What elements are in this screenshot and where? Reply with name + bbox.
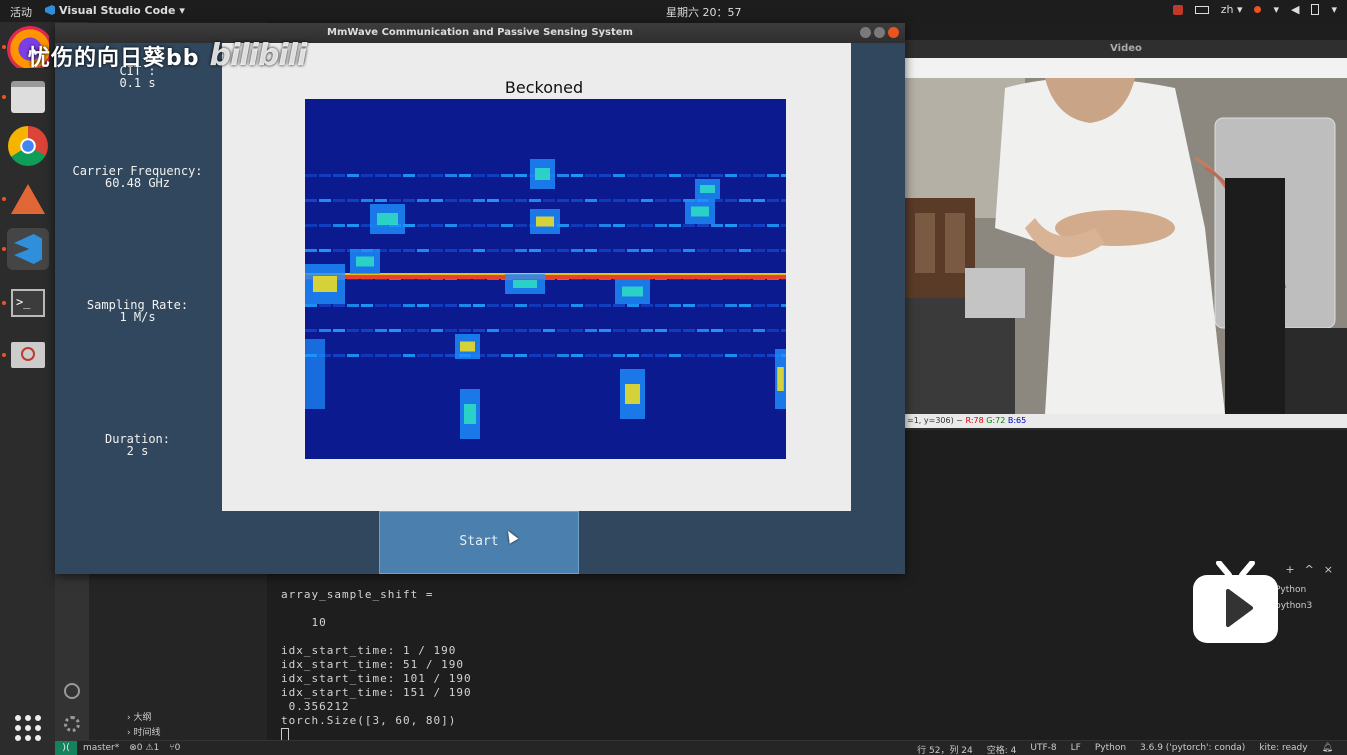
chrome-icon[interactable] [8, 126, 48, 166]
sampling-rate-param: Sampling Rate: 1 M/s [55, 299, 220, 323]
terminal-panel[interactable]: array_sample_shift = 10 idx_start_time: … [267, 558, 1347, 741]
bilibili-play-icon[interactable] [1191, 561, 1280, 645]
notification-dot-icon[interactable] [1254, 6, 1262, 13]
param-value: 2 s [126, 444, 149, 458]
timeline-section[interactable]: › 时间线 [127, 725, 160, 740]
sidebar-sections: › 大纲 › 时间线 [127, 710, 160, 740]
app-icon-red[interactable] [7, 334, 49, 376]
matlab-icon[interactable] [7, 178, 49, 220]
ubuntu-dock: >_ [0, 22, 55, 755]
terminal-line: idx_start_time: 1 / 190 [281, 644, 457, 657]
video-window: Video =1, y=306) ~ R:78 G:72 B:65 [905, 40, 1347, 430]
volume-icon[interactable]: ◀ [1291, 3, 1299, 16]
terminal-icon[interactable]: >_ [7, 282, 49, 324]
terminal-line: 0.356212 [281, 700, 350, 713]
tray-app-icon[interactable] [1172, 4, 1183, 15]
video-toolbar [905, 58, 1347, 78]
cursor-position[interactable]: 行 52，列 24 [917, 743, 973, 755]
show-applications-icon[interactable] [15, 715, 41, 741]
maximize-button[interactable] [874, 27, 885, 38]
pixel-r-value: R:78 [965, 416, 984, 425]
vscode-icon [45, 5, 55, 15]
ports-count[interactable]: ⑂0 [169, 743, 180, 753]
video-window-title: Video [905, 40, 1347, 58]
system-tray: zh ▾ ▾ ◀ ▾ [1172, 3, 1337, 16]
window-controls [860, 27, 899, 38]
terminal-actions: + ^ × [1285, 563, 1333, 576]
running-indicator [2, 197, 6, 201]
camera-scene [905, 78, 1347, 414]
activities-button[interactable]: 活动 [10, 4, 32, 20]
mmwave-app-window: MmWave Communication and Passive Sensing… [55, 23, 905, 574]
terminal-line: torch.Size([3, 60, 80]) [281, 714, 457, 727]
account-icon[interactable] [64, 683, 80, 699]
param-value: 0.1 s [119, 76, 156, 90]
indentation[interactable]: 空格: 4 [987, 743, 1017, 755]
encoding[interactable]: UTF-8 [1030, 743, 1056, 755]
app-menu[interactable]: Visual Studio Code ▾ [45, 4, 185, 17]
pixel-coordinates: =1, y=306) ~ [907, 416, 966, 425]
terminal-line: idx_start_time: 151 / 190 [281, 686, 472, 699]
close-panel-icon[interactable]: × [1324, 563, 1333, 576]
close-button[interactable] [888, 27, 899, 38]
terminal-line: array_sample_shift = [281, 588, 434, 601]
terminal-line: idx_start_time: 101 / 190 [281, 672, 472, 685]
network-icon[interactable]: ▾ [1273, 3, 1279, 16]
remote-indicator-icon[interactable]: ⟩⟨ [55, 741, 77, 755]
param-value: 60.48 GHz [104, 176, 171, 190]
clock[interactable]: 星期六 20：57 [666, 4, 742, 20]
vscode-status-bar: ⟩⟨ master* ⊗0 ⚠1 ⑂0 行 52，列 24 空格: 4 UTF-… [55, 740, 1347, 755]
plot-panel: Beckoned [222, 43, 851, 511]
bilibili-logo: bilibili [209, 38, 308, 73]
files-icon[interactable] [7, 76, 49, 118]
pixel-g-value: G:72 [986, 416, 1006, 425]
bilibili-watermark: 忧伤的向日葵bb bilibili [28, 38, 308, 73]
duration-param: Duration: 2 s [55, 433, 220, 457]
python-interpreter[interactable]: 3.6.9 ('pytorch': conda) [1140, 743, 1245, 755]
add-terminal-icon[interactable]: + [1285, 563, 1294, 576]
outline-label: 大纲 [133, 713, 152, 723]
vscode-dock-icon[interactable] [7, 228, 49, 270]
problems-count[interactable]: ⊗0 ⚠1 [129, 743, 159, 753]
carrier-frequency-param: Carrier Frequency: 60.48 GHz [55, 165, 220, 189]
desktop-screen: 活动 Visual Studio Code ▾ 星期六 20：57 zh ▾ ▾… [0, 0, 1347, 755]
running-indicator [2, 247, 6, 251]
kite-status[interactable]: kite: ready [1259, 743, 1307, 755]
terminal-line: idx_start_time: 51 / 190 [281, 658, 464, 671]
terminal-line: 10 [281, 616, 327, 629]
git-branch[interactable]: master* [83, 743, 119, 753]
battery-icon[interactable] [1311, 4, 1320, 15]
minimize-button[interactable] [860, 27, 871, 38]
doppler-spectrogram [305, 99, 786, 459]
running-indicator [2, 301, 6, 305]
running-indicator [2, 353, 6, 357]
ubuntu-top-bar: 活动 Visual Studio Code ▾ 星期六 20：57 zh ▾ ▾… [0, 0, 1347, 22]
keyboard-icon[interactable] [1194, 5, 1209, 14]
outline-section[interactable]: › 大纲 [127, 710, 160, 725]
maximize-panel-icon[interactable]: ^ [1305, 563, 1314, 576]
running-indicator [2, 95, 6, 99]
notifications-bell-icon[interactable]: 🔔︎ [1322, 743, 1333, 755]
timeline-label: 时间线 [133, 728, 161, 738]
end-of-line[interactable]: LF [1071, 743, 1081, 755]
camera-frame-image [905, 78, 1347, 414]
settings-gear-icon[interactable] [64, 716, 80, 732]
system-menu-icon[interactable]: ▾ [1331, 3, 1337, 16]
start-button[interactable]: Start [379, 511, 579, 574]
param-value: 1 M/s [119, 310, 156, 324]
pixel-b-value: B:65 [1007, 416, 1027, 425]
running-indicator [2, 45, 6, 49]
language-mode[interactable]: Python [1095, 743, 1126, 755]
plot-title: Beckoned [504, 78, 584, 97]
input-method-menu[interactable]: zh ▾ [1221, 3, 1243, 16]
terminal-output[interactable]: array_sample_shift = 10 idx_start_time: … [281, 588, 472, 741]
uploader-name: 忧伤的向日葵bb [28, 46, 200, 71]
video-status-bar: =1, y=306) ~ R:78 G:72 B:65 [905, 414, 1347, 428]
app-menu-label: Visual Studio Code ▾ [59, 4, 185, 17]
